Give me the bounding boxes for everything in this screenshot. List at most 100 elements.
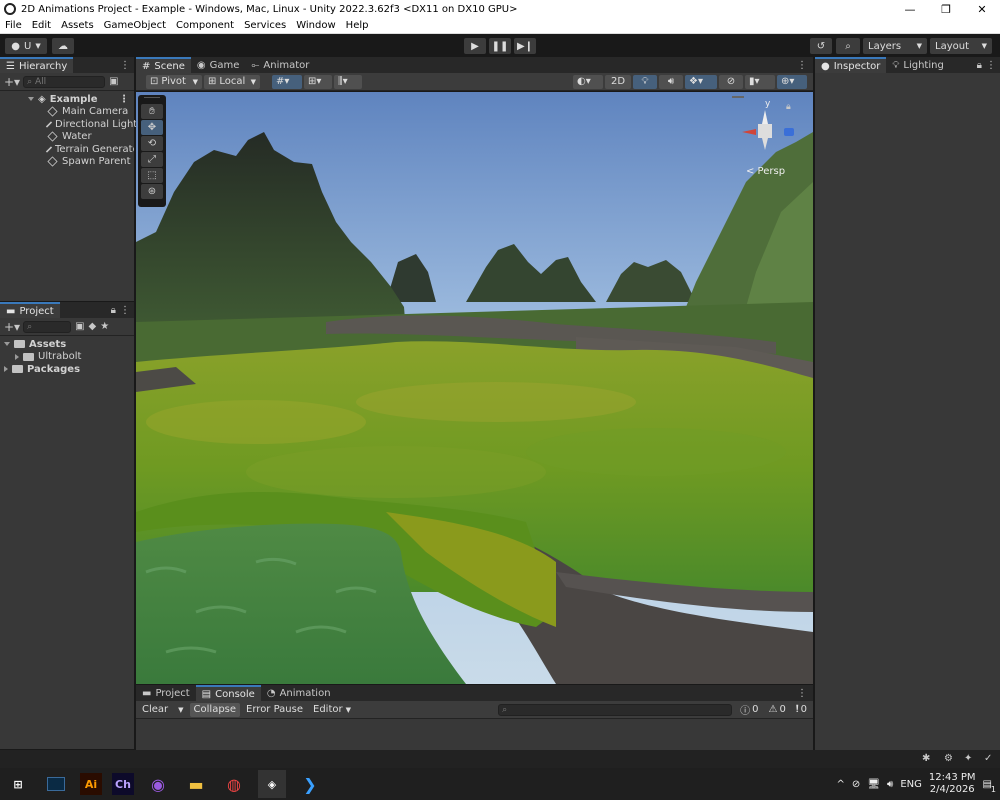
account-button[interactable]: ● U ▼ — [5, 38, 47, 54]
unity-app-icon[interactable]: ◈ — [258, 770, 286, 798]
scene-view[interactable] — [136, 92, 813, 684]
more-icon[interactable]: ⋮ — [797, 60, 807, 71]
gizmo-center-cube[interactable] — [758, 124, 772, 138]
language-indicator[interactable]: ENG — [900, 779, 922, 790]
recording-icon[interactable]: ⊘ — [852, 779, 860, 790]
layout-dropdown[interactable]: Layout ▼ — [930, 38, 992, 54]
more-icon[interactable]: ⋮ — [797, 688, 807, 699]
tab-scene[interactable]: # Scene — [136, 57, 191, 73]
expand-icon[interactable] — [28, 97, 34, 102]
menu-help[interactable]: Help — [341, 20, 374, 31]
gizmos-dropdown[interactable]: ⊕▾ — [777, 74, 807, 89]
gizmo-neg-y-cone[interactable] — [762, 138, 768, 150]
list-item[interactable]: Main Camera — [0, 106, 134, 119]
terminal-app-icon[interactable] — [42, 770, 70, 798]
menu-window[interactable]: Window — [291, 20, 340, 31]
play-button[interactable]: ▶ — [464, 38, 486, 54]
close-button[interactable]: ✕ — [964, 3, 1000, 16]
menu-edit[interactable]: Edit — [27, 20, 56, 31]
history-button[interactable]: ↺ — [810, 38, 832, 54]
hand-tool[interactable]: ✋︎ — [141, 104, 163, 119]
restore-button[interactable]: ❐ — [928, 3, 964, 16]
bug-icon[interactable]: ✱ — [922, 753, 930, 764]
menu-file[interactable]: File — [0, 20, 27, 31]
lighting-toggle[interactable]: 💡︎ — [633, 74, 657, 89]
compile-icon[interactable]: ⚙ — [944, 753, 953, 764]
github-app-icon[interactable]: ◉ — [144, 770, 172, 798]
grid-snap-button[interactable]: #▾ — [272, 74, 302, 89]
local-dropdown[interactable]: ⊞ Local ▼ — [204, 74, 260, 89]
project-search-input[interactable]: ⌕ — [23, 320, 72, 333]
vscode-app-icon[interactable]: ❯ — [296, 770, 324, 798]
volume-icon[interactable]: 🔊︎ — [887, 779, 893, 790]
draw-mode-button[interactable]: ◐▾ — [573, 74, 603, 89]
list-item[interactable]: Water — [0, 131, 134, 144]
gizmo-y-cone[interactable] — [762, 110, 768, 124]
search-button[interactable]: ⌕ — [836, 38, 860, 54]
error-pause-toggle[interactable]: Error Pause — [242, 702, 308, 717]
clock[interactable]: 12:43 PM 2/4/2026 — [929, 772, 976, 796]
console-search-input[interactable]: ⌕ — [498, 703, 733, 716]
gizmo-handle[interactable] — [732, 96, 744, 98]
2d-toggle[interactable]: 2D — [605, 74, 631, 89]
rect-tool[interactable]: ⬚ — [141, 168, 163, 183]
favorite-icon[interactable]: ★ — [100, 321, 109, 332]
tab-lighting[interactable]: 💡︎ Lighting — [886, 57, 949, 73]
clear-options-dropdown[interactable]: ▼ — [174, 702, 188, 717]
filter-label-icon[interactable]: ◆ — [89, 321, 97, 332]
lock-icon[interactable]: 🔒︎ — [786, 102, 791, 112]
lock-icon[interactable]: 🔒︎ — [111, 305, 116, 316]
scale-tool[interactable]: ⤢ — [141, 152, 163, 167]
list-item[interactable]: Directional Light — [0, 118, 137, 131]
info-count-toggle[interactable]: ⓘ 0 — [736, 702, 763, 717]
pause-button[interactable]: ❚❚ — [489, 38, 511, 54]
snap-increment-button[interactable]: ⊞▾ — [304, 74, 332, 89]
tab-inspector[interactable]: ● Inspector — [815, 57, 887, 73]
chrome-app-icon[interactable]: ◍ — [220, 770, 248, 798]
chevron-up-icon[interactable]: ^ — [837, 779, 845, 790]
character-animator-app-icon[interactable]: Ch — [112, 773, 134, 795]
windows-start-icon[interactable]: ⊞ — [4, 770, 32, 798]
illustrator-app-icon[interactable]: Ai — [80, 773, 102, 795]
lock-icon[interactable]: 🔒︎ — [977, 60, 982, 71]
folder-packages[interactable]: Packages — [0, 363, 134, 376]
check-icon[interactable]: ✓ — [984, 753, 992, 764]
camera-dropdown[interactable]: ▮▾ — [745, 74, 775, 89]
scene-root[interactable]: ◈ Example ⋮ — [0, 93, 134, 106]
tab-hierarchy[interactable]: ☰ Hierarchy — [0, 57, 74, 73]
move-tool[interactable]: ✥ — [141, 120, 163, 135]
tab-project-bottom[interactable]: ▬ Project — [136, 685, 196, 701]
expand-icon[interactable] — [4, 342, 10, 347]
add-button[interactable]: +▾ — [4, 75, 20, 89]
hierarchy-search-input[interactable]: ⌕ All — [23, 75, 106, 88]
progress-icon[interactable]: ✦ — [964, 753, 972, 764]
rotate-tool[interactable]: ⟲ — [141, 136, 163, 151]
menu-component[interactable]: Component — [171, 20, 239, 31]
pivot-dropdown[interactable]: ⊡ Pivot ▼ — [146, 74, 202, 89]
folder-assets[interactable]: Assets — [0, 338, 134, 351]
folder-ultrabolt[interactable]: Ultrabolt — [0, 351, 134, 364]
tab-animation[interactable]: ◔ Animation — [261, 685, 337, 701]
minimize-button[interactable]: — — [892, 3, 928, 16]
warning-count-toggle[interactable]: ⚠︎ 0 — [764, 702, 790, 717]
drag-handle[interactable] — [144, 97, 160, 102]
gizmo-x-cone[interactable] — [742, 129, 756, 135]
clear-button[interactable]: Clear — [138, 702, 173, 717]
projection-label[interactable]: < Persp — [746, 166, 785, 177]
list-item[interactable]: Spawn Parent — [0, 156, 134, 169]
layers-dropdown[interactable]: Layers ▼ — [863, 38, 927, 54]
list-item[interactable]: Terrain Generato — [0, 143, 134, 156]
add-button[interactable]: +▾ — [4, 320, 20, 334]
expand-icon[interactable] — [15, 353, 19, 360]
notification-icon[interactable]: ▤ 1 — [983, 779, 996, 794]
menu-gameobject[interactable]: GameObject — [99, 20, 171, 31]
tab-game[interactable]: ◉ Game — [191, 57, 246, 73]
more-icon[interactable]: ⋮ — [119, 94, 129, 105]
cloud-button[interactable]: ☁ — [52, 38, 74, 54]
more-icon[interactable]: ⋮ — [120, 305, 130, 316]
tab-console[interactable]: ▤ Console — [195, 685, 261, 701]
file-explorer-icon[interactable]: ▬ — [182, 770, 210, 798]
align-button[interactable]: ⫼▾ — [334, 74, 362, 89]
error-count-toggle[interactable]: ❗︎ 0 — [791, 702, 811, 717]
menu-assets[interactable]: Assets — [56, 20, 99, 31]
